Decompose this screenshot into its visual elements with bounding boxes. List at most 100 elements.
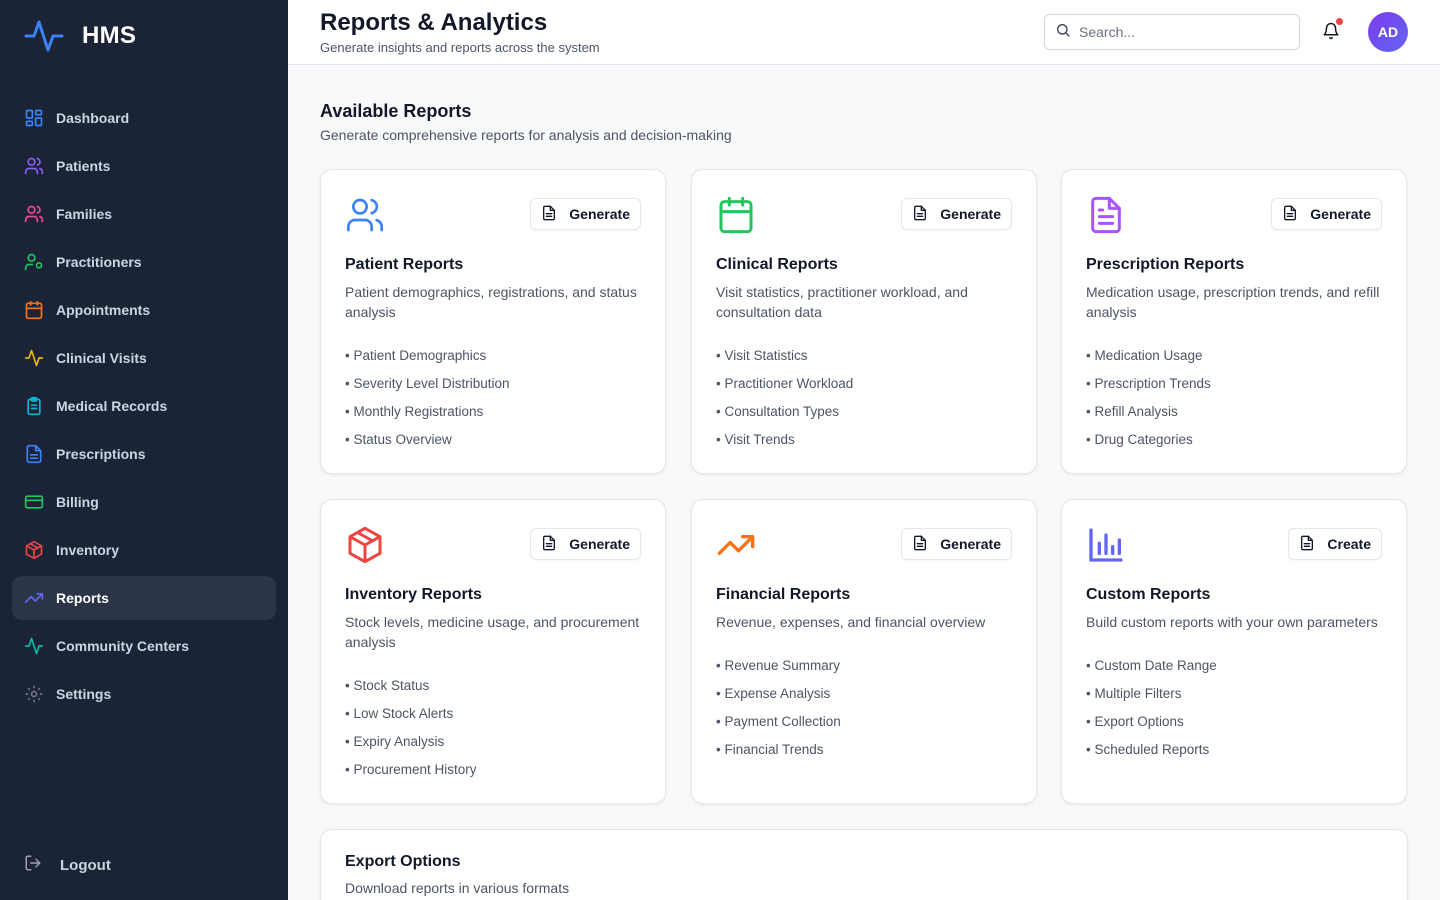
sidebar-item-clinical-visits[interactable]: Clinical Visits (12, 336, 276, 380)
search-input[interactable] (1079, 24, 1279, 40)
list-item: • Multiple Filters (1086, 686, 1182, 701)
search-box[interactable] (1044, 14, 1300, 50)
generate-button-label: Generate (940, 536, 1001, 552)
sidebar-item-label: Billing (56, 494, 99, 510)
section-subtitle: Generate comprehensive reports for analy… (320, 127, 732, 143)
report-card-prescription: Generate Prescription Reports Medication… (1061, 169, 1407, 474)
avatar[interactable]: AD (1368, 12, 1408, 52)
report-card-patient: Generate Patient Reports Patient demogra… (320, 169, 666, 474)
brand-name: HMS (82, 22, 137, 49)
activity-icon (24, 348, 44, 368)
sidebar-item-settings[interactable]: Settings (12, 672, 276, 716)
logout-button[interactable]: Logout (24, 854, 111, 877)
pulse-icon (24, 16, 64, 56)
list-item: • Financial Trends (716, 742, 824, 757)
list-item: • Visit Trends (716, 432, 795, 447)
sidebar-item-community-centers[interactable]: Community Centers (12, 624, 276, 668)
card-feature-list: • Patient Demographics • Severity Level … (345, 346, 510, 458)
file-text-icon (912, 535, 928, 554)
dashboard-icon (24, 108, 44, 128)
list-item: • Severity Level Distribution (345, 376, 510, 391)
trending-up-icon (24, 588, 44, 608)
card-description: Patient demographics, registrations, and… (345, 284, 637, 320)
top-header: Reports & Analytics Generate insights an… (288, 0, 1440, 65)
gear-icon (24, 684, 44, 704)
users-icon (24, 156, 44, 176)
trending-up-icon (716, 525, 756, 565)
activity-icon (24, 636, 44, 656)
bell-icon (1322, 22, 1340, 44)
report-card-inventory: Generate Inventory Reports Stock levels,… (320, 499, 666, 804)
sidebar-item-label: Settings (56, 686, 112, 702)
sidebar-item-label: Prescriptions (56, 446, 146, 462)
sidebar-item-label: Inventory (56, 542, 120, 558)
card-feature-list: • Revenue Summary • Expense Analysis • P… (716, 656, 841, 768)
list-item: • Practitioner Workload (716, 376, 854, 391)
generate-button-label: Generate (940, 206, 1001, 222)
list-item: • Export Options (1086, 714, 1184, 729)
export-title: Export Options (345, 853, 461, 870)
page-title: Reports & Analytics (320, 9, 548, 36)
clipboard-icon (24, 396, 44, 416)
card-feature-list: • Medication Usage • Prescription Trends… (1086, 346, 1211, 458)
list-item: • Procurement History (345, 762, 477, 777)
notification-dot (1336, 18, 1343, 25)
card-feature-list: • Visit Statistics • Practitioner Worklo… (716, 346, 853, 458)
sidebar-item-label: Families (56, 206, 113, 222)
report-card-clinical: Generate Clinical Reports Visit statisti… (691, 169, 1037, 474)
list-item: • Monthly Registrations (345, 404, 484, 419)
sidebar-item-patients[interactable]: Patients (12, 144, 276, 188)
list-item: • Expense Analysis (716, 686, 831, 701)
search-icon (1055, 22, 1071, 43)
generate-button[interactable]: Generate (1271, 198, 1382, 230)
generate-button[interactable]: Generate (530, 198, 641, 230)
report-card-financial: Generate Financial Reports Revenue, expe… (691, 499, 1037, 804)
bar-chart-icon (1086, 525, 1126, 565)
list-item: • Custom Date Range (1086, 658, 1217, 673)
report-card-custom: Create Custom Reports Build custom repor… (1061, 499, 1407, 804)
sidebar-item-medical-records[interactable]: Medical Records (12, 384, 276, 428)
sidebar-item-label: Clinical Visits (56, 350, 147, 366)
card-description: Visit statistics, practitioner workload,… (716, 284, 968, 320)
file-text-icon (541, 535, 557, 554)
sidebar-item-appointments[interactable]: Appointments (12, 288, 276, 332)
card-description: Build custom reports with your own param… (1086, 614, 1378, 630)
sidebar-item-prescriptions[interactable]: Prescriptions (12, 432, 276, 476)
card-title: Clinical Reports (716, 256, 838, 273)
generate-button[interactable]: Generate (901, 528, 1012, 560)
generate-button[interactable]: Generate (901, 198, 1012, 230)
users-icon (24, 204, 44, 224)
file-text-icon (912, 205, 928, 224)
sidebar-item-billing[interactable]: Billing (12, 480, 276, 524)
file-text-icon (541, 205, 557, 224)
generate-button-label: Generate (1310, 206, 1371, 222)
brand[interactable]: HMS (24, 16, 136, 56)
sidebar-item-inventory[interactable]: Inventory (12, 528, 276, 572)
notifications-button[interactable] (1322, 18, 1344, 44)
create-button[interactable]: Create (1288, 528, 1382, 560)
file-text-icon (1299, 535, 1315, 554)
card-description: Stock levels, medicine usage, and procur… (345, 614, 640, 650)
sidebar-item-dashboard[interactable]: Dashboard (12, 96, 276, 140)
sidebar-item-reports[interactable]: Reports (12, 576, 276, 620)
page-subtitle: Generate insights and reports across the… (320, 40, 600, 55)
list-item: • Medication Usage (1086, 348, 1203, 363)
export-options-card: Export Options Download reports in vario… (320, 829, 1408, 900)
sidebar-item-label: Dashboard (56, 110, 130, 126)
package-icon (345, 525, 385, 565)
generate-button[interactable]: Generate (530, 528, 641, 560)
file-text-icon (24, 444, 44, 464)
sidebar-item-label: Practitioners (56, 254, 142, 270)
list-item: • Consultation Types (716, 404, 840, 419)
user-cog-icon (24, 252, 44, 272)
sidebar-item-families[interactable]: Families (12, 192, 276, 236)
credit-card-icon (24, 492, 44, 512)
list-item: • Visit Statistics (716, 348, 808, 363)
card-title: Custom Reports (1086, 586, 1211, 603)
section-title: Available Reports (320, 101, 472, 121)
sidebar-item-label: Medical Records (56, 398, 168, 414)
card-feature-list: • Custom Date Range • Multiple Filters •… (1086, 656, 1217, 768)
list-item: • Patient Demographics (345, 348, 487, 363)
sidebar-item-practitioners[interactable]: Practitioners (12, 240, 276, 284)
list-item: • Refill Analysis (1086, 404, 1178, 419)
